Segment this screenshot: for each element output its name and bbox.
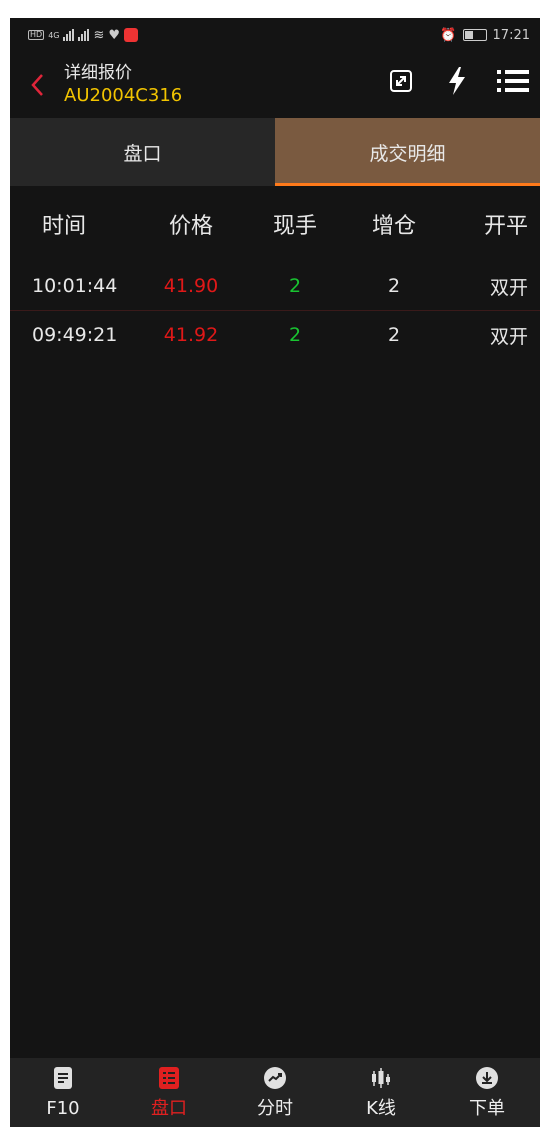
tab-trade-details[interactable]: 成交明细 (275, 118, 540, 186)
cell-volume: 2 (288, 275, 302, 297)
document-icon (51, 1066, 75, 1090)
table-header: 时间 价格 现手 增仓 开平 (10, 186, 540, 262)
nav-label: F10 (46, 1098, 80, 1119)
contract-code: AU2004C316 (64, 85, 183, 106)
cell-price: 41.92 (163, 324, 219, 346)
nav-label: 分时 (257, 1098, 293, 1119)
nav-label: K线 (366, 1098, 396, 1119)
tab-label: 成交明细 (369, 142, 446, 165)
cell-type: 双开 (489, 276, 528, 299)
app-screen: HD 4G ≋ ♥ ⏰ 17:21 详细报价 AU2004C316 盘口 成交明… (10, 18, 540, 1127)
cell-time: 09:49:21 (32, 324, 118, 346)
candlestick-icon (369, 1066, 393, 1090)
menu-button[interactable] (496, 64, 530, 98)
nav-kline[interactable]: K线 (328, 1058, 434, 1127)
nav-place-order[interactable]: 下单 (434, 1058, 540, 1127)
status-bar: HD 4G ≋ ♥ ⏰ 17:21 (10, 18, 540, 52)
column-header-time: 时间 (42, 214, 87, 239)
cell-volume: 2 (288, 324, 302, 346)
column-header-price: 价格 (168, 214, 213, 239)
lightning-button[interactable] (440, 64, 474, 98)
header-actions (384, 64, 530, 98)
cell-type: 双开 (489, 325, 528, 348)
wifi-icon: ≋ (93, 27, 105, 43)
back-button[interactable] (24, 65, 60, 105)
health-icon: ♥ (108, 27, 121, 43)
nav-label: 下单 (469, 1098, 505, 1119)
app-notification-icon (124, 28, 139, 42)
lightning-icon (449, 67, 465, 95)
status-right: ⏰ 17:21 (440, 28, 530, 43)
expand-button[interactable] (384, 64, 418, 98)
title-block: 详细报价 AU2004C316 (64, 62, 182, 108)
nav-f10[interactable]: F10 (10, 1058, 116, 1127)
bottom-nav: F10 盘口 分时 K线 下单 (10, 1058, 540, 1127)
cell-time: 10:01:44 (32, 275, 118, 297)
table-row[interactable]: 10:01:44 41.90 2 2 双开 (10, 262, 540, 311)
signal-icon-2 (78, 29, 90, 41)
signal-icon (63, 29, 75, 41)
orderbook-icon (157, 1066, 181, 1090)
list-menu-icon (497, 70, 529, 92)
tab-orderbook[interactable]: 盘口 (10, 118, 275, 186)
nav-timeshare[interactable]: 分时 (222, 1058, 328, 1127)
header: 详细报价 AU2004C316 (10, 52, 540, 118)
column-header-type: 开平 (483, 214, 528, 239)
nav-label: 盘口 (151, 1098, 187, 1119)
hd-icon: HD (28, 30, 45, 40)
cell-oi-change: 2 (387, 275, 401, 297)
column-header-volume: 现手 (272, 214, 317, 239)
chevron-left-icon (31, 74, 43, 96)
column-header-oi-change: 增仓 (371, 214, 416, 239)
cell-oi-change: 2 (387, 324, 401, 346)
timeshare-chart-icon (263, 1066, 287, 1090)
tab-label: 盘口 (123, 142, 162, 165)
page-title: 详细报价 (64, 63, 132, 83)
status-left: HD 4G ≋ ♥ (28, 27, 139, 43)
cell-price: 41.90 (163, 275, 219, 297)
alarm-icon: ⏰ (440, 27, 457, 43)
order-download-icon (475, 1066, 499, 1090)
nav-orderbook[interactable]: 盘口 (116, 1058, 222, 1127)
network-type: 4G (48, 30, 60, 40)
battery-icon (462, 29, 487, 41)
tab-bar: 盘口 成交明细 (10, 118, 540, 186)
status-time: 17:21 (492, 27, 530, 43)
expand-icon (390, 70, 412, 92)
table-row[interactable]: 09:49:21 41.92 2 2 双开 (10, 311, 540, 359)
